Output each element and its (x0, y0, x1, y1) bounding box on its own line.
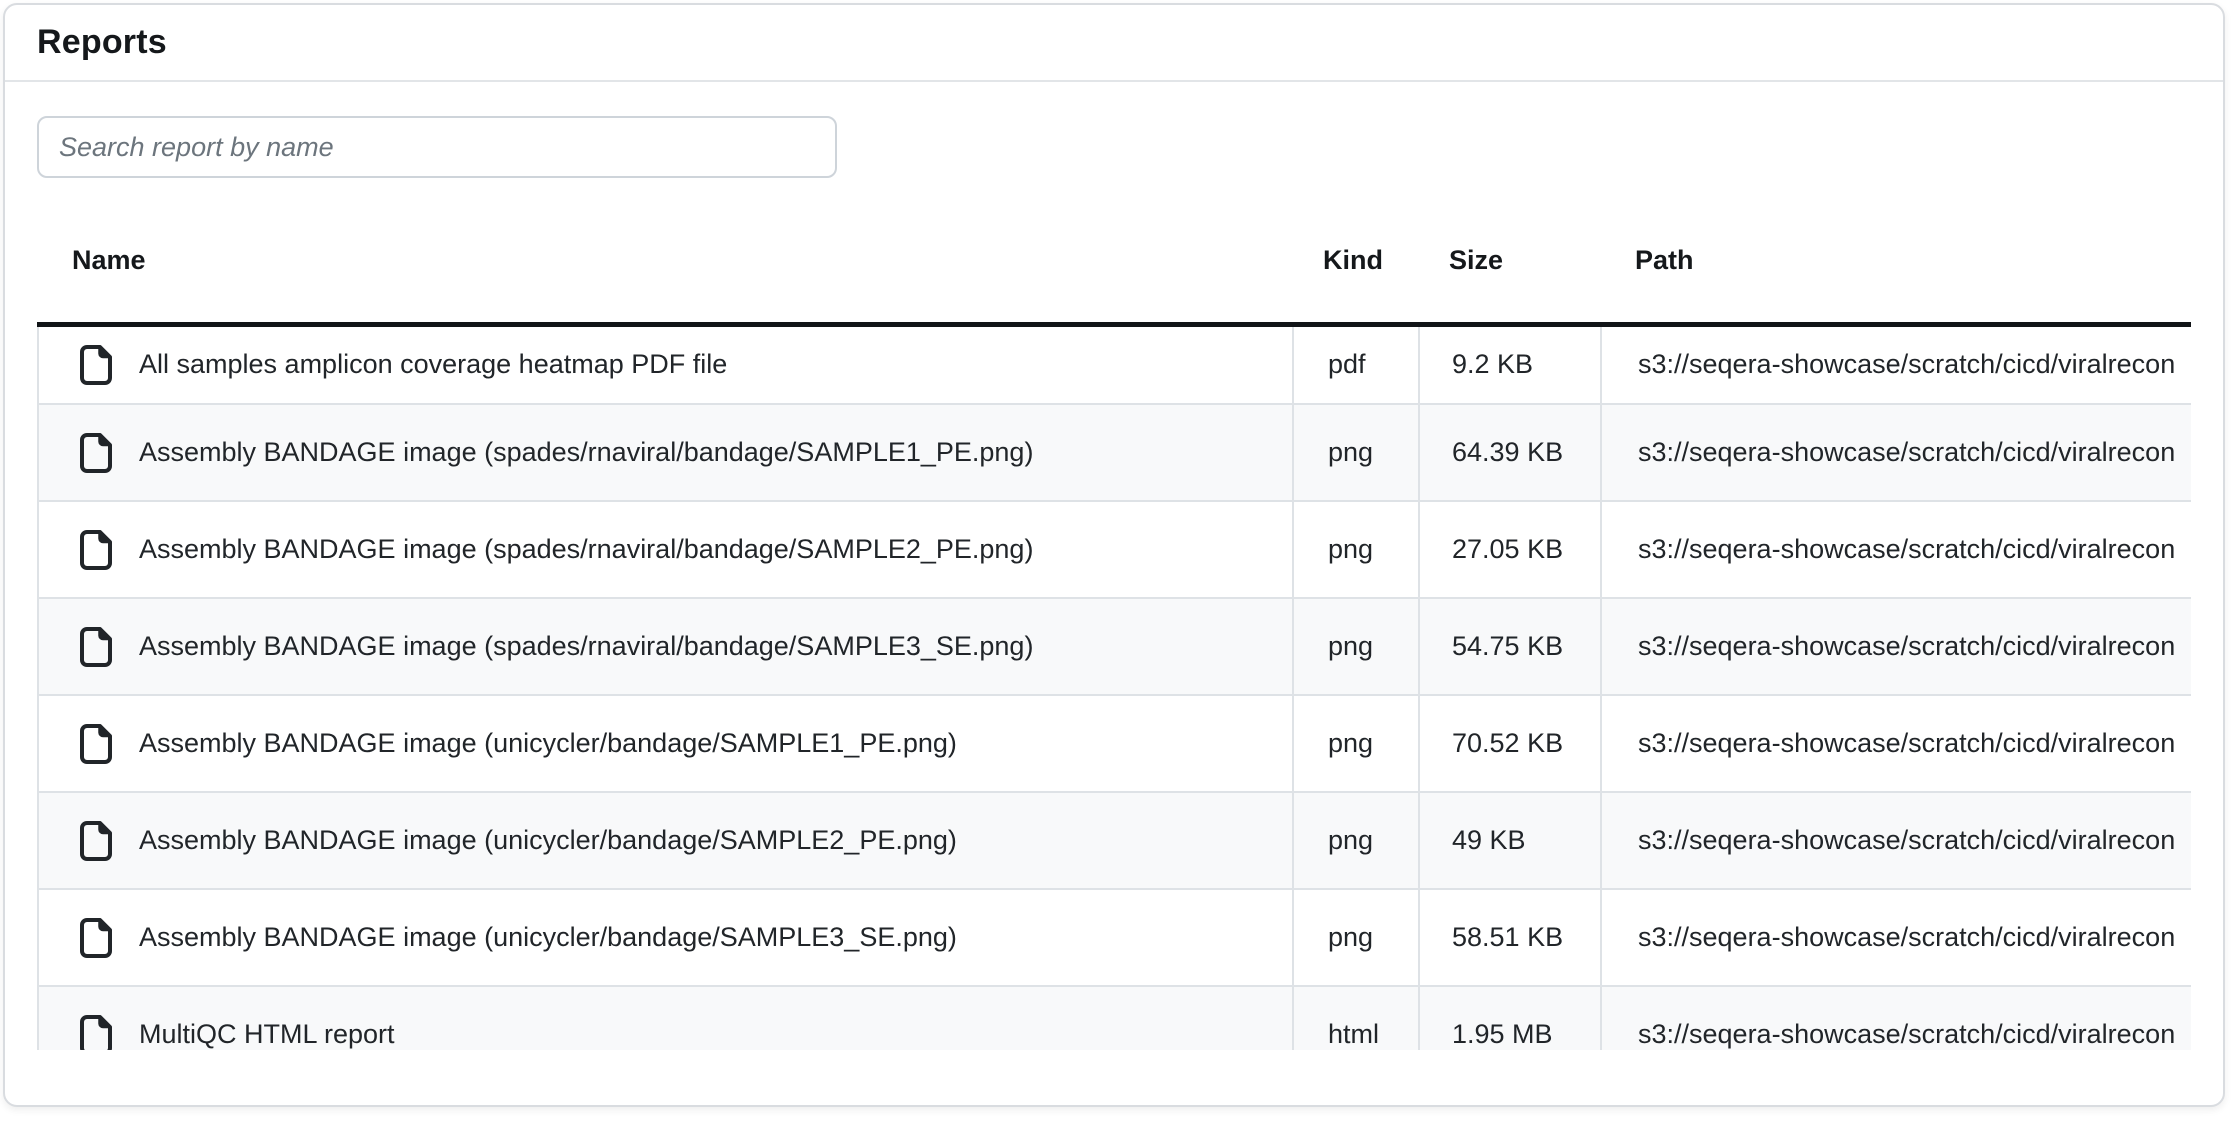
column-header-size: Size (1419, 210, 1601, 324)
report-path: s3://seqera-showcase/scratch/cicd/viralr… (1601, 889, 2191, 986)
report-name-cell[interactable]: Assembly BANDAGE image (unicycler/bandag… (38, 889, 1293, 986)
report-size: 58.51 KB (1419, 889, 1601, 986)
report-kind: png (1293, 695, 1419, 792)
file-icon (79, 723, 113, 765)
page-title: Reports (37, 23, 167, 62)
table-row[interactable]: Assembly BANDAGE image (unicycler/bandag… (38, 792, 2191, 889)
reports-table-container[interactable]: Name Kind Size Path All samples amplicon… (37, 210, 2191, 1050)
report-kind: png (1293, 792, 1419, 889)
panel-body: Name Kind Size Path All samples amplicon… (5, 82, 2223, 1050)
report-name-cell[interactable]: Assembly BANDAGE image (unicycler/bandag… (38, 792, 1293, 889)
report-kind: png (1293, 501, 1419, 598)
file-icon (79, 917, 113, 959)
report-name-wrap: Assembly BANDAGE image (spades/rnaviral/… (39, 529, 1292, 571)
report-size: 27.05 KB (1419, 501, 1601, 598)
reports-table: Name Kind Size Path All samples amplicon… (37, 210, 2191, 1050)
table-row[interactable]: All samples amplicon coverage heatmap PD… (38, 324, 2191, 404)
column-header-kind: Kind (1293, 210, 1419, 324)
table-row[interactable]: MultiQC HTML report html 1.95 MB s3://se… (38, 986, 2191, 1050)
report-path: s3://seqera-showcase/scratch/cicd/viralr… (1601, 404, 2191, 501)
file-icon (79, 529, 113, 571)
report-name: Assembly BANDAGE image (spades/rnaviral/… (139, 437, 1033, 468)
report-name-cell[interactable]: Assembly BANDAGE image (unicycler/bandag… (38, 695, 1293, 792)
report-name: Assembly BANDAGE image (unicycler/bandag… (139, 922, 957, 953)
report-kind: pdf (1293, 324, 1419, 404)
report-name: MultiQC HTML report (139, 1019, 395, 1050)
report-name: Assembly BANDAGE image (unicycler/bandag… (139, 825, 957, 856)
report-kind: png (1293, 404, 1419, 501)
report-kind: png (1293, 889, 1419, 986)
report-name-cell[interactable]: All samples amplicon coverage heatmap PD… (38, 324, 1293, 404)
table-header: Name Kind Size Path (38, 210, 2191, 324)
report-size: 54.75 KB (1419, 598, 1601, 695)
report-name-wrap: Assembly BANDAGE image (unicycler/bandag… (39, 723, 1292, 765)
report-path: s3://seqera-showcase/scratch/cicd/viralr… (1601, 324, 2191, 404)
report-name-wrap: Assembly BANDAGE image (unicycler/bandag… (39, 820, 1292, 862)
column-header-path: Path (1601, 210, 2191, 324)
panel-header: Reports (5, 5, 2223, 82)
report-size: 64.39 KB (1419, 404, 1601, 501)
report-name-wrap: MultiQC HTML report (39, 1014, 1292, 1051)
report-name: Assembly BANDAGE image (spades/rnaviral/… (139, 534, 1033, 565)
report-name-cell[interactable]: Assembly BANDAGE image (spades/rnaviral/… (38, 404, 1293, 501)
column-header-name: Name (38, 210, 1293, 324)
report-name-wrap: Assembly BANDAGE image (spades/rnaviral/… (39, 432, 1292, 474)
report-name-cell[interactable]: MultiQC HTML report (38, 986, 1293, 1050)
table-header-row: Name Kind Size Path (38, 210, 2191, 324)
report-name-wrap: Assembly BANDAGE image (unicycler/bandag… (39, 917, 1292, 959)
report-path: s3://seqera-showcase/scratch/cicd/viralr… (1601, 598, 2191, 695)
report-name-wrap: All samples amplicon coverage heatmap PD… (39, 344, 1292, 386)
table-row[interactable]: Assembly BANDAGE image (spades/rnaviral/… (38, 501, 2191, 598)
report-size: 9.2 KB (1419, 324, 1601, 404)
file-icon (79, 820, 113, 862)
file-icon (79, 626, 113, 668)
file-icon (79, 432, 113, 474)
report-path: s3://seqera-showcase/scratch/cicd/viralr… (1601, 792, 2191, 889)
table-row[interactable]: Assembly BANDAGE image (unicycler/bandag… (38, 889, 2191, 986)
file-icon (79, 1014, 113, 1051)
report-path: s3://seqera-showcase/scratch/cicd/viralr… (1601, 501, 2191, 598)
reports-table-body: All samples amplicon coverage heatmap PD… (38, 324, 2191, 1050)
report-name: All samples amplicon coverage heatmap PD… (139, 349, 727, 380)
report-size: 49 KB (1419, 792, 1601, 889)
report-size: 1.95 MB (1419, 986, 1601, 1050)
report-kind: png (1293, 598, 1419, 695)
report-path: s3://seqera-showcase/scratch/cicd/viralr… (1601, 986, 2191, 1050)
report-name-cell[interactable]: Assembly BANDAGE image (spades/rnaviral/… (38, 501, 1293, 598)
reports-panel: Reports Name Kind Size Path (3, 3, 2225, 1107)
report-name: Assembly BANDAGE image (unicycler/bandag… (139, 728, 957, 759)
table-row[interactable]: Assembly BANDAGE image (unicycler/bandag… (38, 695, 2191, 792)
file-icon (79, 344, 113, 386)
report-name: Assembly BANDAGE image (spades/rnaviral/… (139, 631, 1033, 662)
report-name-cell[interactable]: Assembly BANDAGE image (spades/rnaviral/… (38, 598, 1293, 695)
report-path: s3://seqera-showcase/scratch/cicd/viralr… (1601, 695, 2191, 792)
search-input[interactable] (37, 116, 837, 178)
table-row[interactable]: Assembly BANDAGE image (spades/rnaviral/… (38, 404, 2191, 501)
report-kind: html (1293, 986, 1419, 1050)
report-name-wrap: Assembly BANDAGE image (spades/rnaviral/… (39, 626, 1292, 668)
report-size: 70.52 KB (1419, 695, 1601, 792)
table-row[interactable]: Assembly BANDAGE image (spades/rnaviral/… (38, 598, 2191, 695)
